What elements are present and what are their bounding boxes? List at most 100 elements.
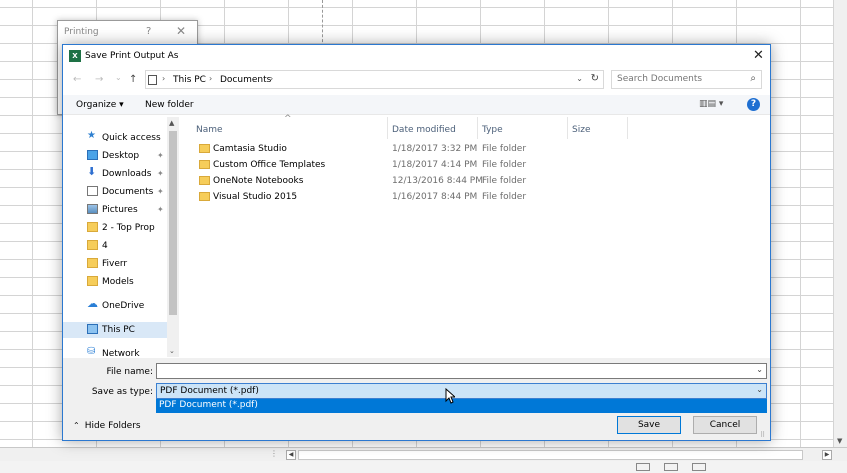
chevron-down-icon[interactable]: ⌄ xyxy=(756,365,763,374)
scroll-left-icon[interactable]: ◀ xyxy=(286,450,296,460)
folder-icon xyxy=(87,258,98,268)
sort-ascending-icon: ^ xyxy=(284,114,292,124)
chevron-right-icon[interactable]: › xyxy=(162,74,165,83)
save-button[interactable]: Save xyxy=(617,416,681,434)
column-divider[interactable] xyxy=(627,117,628,139)
nav-item-4[interactable]: 4 xyxy=(63,238,167,254)
nav-item-label: OneDrive xyxy=(102,301,145,311)
file-name: Custom Office Templates xyxy=(213,160,326,170)
download-icon: ⬇ xyxy=(87,165,97,178)
column-header-type[interactable]: Type xyxy=(482,125,503,135)
nav-item-label: Documents xyxy=(102,187,154,197)
file-date: 12/13/2016 8:44 PM xyxy=(392,176,483,186)
nav-item-desktop[interactable]: Desktop ✦ xyxy=(63,148,167,164)
close-icon[interactable]: ✕ xyxy=(753,48,764,63)
nav-item-onedrive[interactable]: ☁ OneDrive xyxy=(63,297,167,314)
nav-item-this-pc[interactable]: This PC xyxy=(63,322,167,338)
chevron-down-icon[interactable]: ⌄ xyxy=(756,385,763,394)
new-folder-button[interactable]: New folder xyxy=(145,100,194,110)
scroll-up-icon[interactable]: ▲ xyxy=(169,119,174,127)
nav-item-label: 4 xyxy=(102,241,108,251)
column-divider[interactable] xyxy=(387,117,388,139)
scroll-thumb[interactable] xyxy=(169,131,177,315)
search-box[interactable]: ⌕ xyxy=(611,70,762,89)
pin-icon[interactable]: ✦ xyxy=(157,151,164,160)
file-date: 1/18/2017 4:14 PM xyxy=(392,160,478,170)
file-type: File folder xyxy=(482,144,527,154)
page-layout-view-icon[interactable] xyxy=(664,463,678,471)
sheet-horizontal-scrollbar[interactable]: ⋮ ◀ ▶ xyxy=(0,447,847,461)
nav-item-label: Fiverr xyxy=(102,259,128,269)
folder-icon xyxy=(199,160,210,169)
scroll-down-icon[interactable]: ⌄ xyxy=(169,347,175,355)
resize-grip-icon[interactable]: ⠿ xyxy=(760,431,765,439)
close-icon[interactable]: ✕ xyxy=(176,24,186,38)
sheet-vertical-scrollbar[interactable]: ▼ xyxy=(833,0,847,447)
file-name: OneNote Notebooks xyxy=(213,176,304,186)
nav-item-label: Models xyxy=(102,277,134,287)
pin-icon[interactable]: ✦ xyxy=(157,205,164,214)
change-view-icon[interactable]: ▥▤ ▾ xyxy=(699,99,723,109)
nav-item-documents[interactable]: Documents ✦ xyxy=(63,184,167,200)
breadcrumb-this-pc[interactable]: This PC xyxy=(173,75,206,85)
column-header-name[interactable]: Name xyxy=(196,125,223,135)
splitter-handle[interactable]: ⋮ xyxy=(270,449,278,458)
nav-item-2-top-prop[interactable]: 2 - Top Prop xyxy=(63,220,167,236)
nav-item-label: This PC xyxy=(102,325,135,335)
file-row[interactable]: Custom Office Templates 1/18/2017 4:14 P… xyxy=(184,157,770,173)
folder-icon xyxy=(87,240,98,250)
scroll-down-icon[interactable]: ▼ xyxy=(837,437,842,445)
file-name-input[interactable] xyxy=(160,366,750,376)
pin-icon[interactable]: ✦ xyxy=(157,187,164,196)
nav-item-models[interactable]: Models xyxy=(63,274,167,290)
column-divider[interactable] xyxy=(567,117,568,139)
scroll-right-icon[interactable]: ▶ xyxy=(822,450,832,460)
save-type-option[interactable]: PDF Document (*.pdf) xyxy=(156,399,767,413)
save-type-select[interactable]: PDF Document (*.pdf) ⌄ xyxy=(156,383,767,399)
excel-icon: X xyxy=(69,50,81,62)
help-icon[interactable]: ? xyxy=(747,98,760,111)
hide-folders-button[interactable]: ⌃ Hide Folders xyxy=(73,421,141,431)
search-input[interactable] xyxy=(617,74,737,84)
nav-item-label: Quick access xyxy=(102,133,161,143)
dialog-titlebar[interactable]: X Save Print Output As ✕ xyxy=(63,45,770,67)
column-divider[interactable] xyxy=(477,117,478,139)
save-form: File name: ⌄ Save as type: PDF Document … xyxy=(63,358,770,440)
column-header-date-modified[interactable]: Date modified xyxy=(392,125,456,135)
folder-icon xyxy=(199,176,210,185)
refresh-icon[interactable]: ↻ xyxy=(591,73,599,84)
nav-item-fiverr[interactable]: Fiverr xyxy=(63,256,167,272)
file-row[interactable]: OneNote Notebooks 12/13/2016 8:44 PM Fil… xyxy=(184,173,770,189)
file-row[interactable]: Camtasia Studio 1/18/2017 3:32 PM File f… xyxy=(184,141,770,157)
scroll-track[interactable] xyxy=(298,450,803,460)
organize-button[interactable]: Organize ▾ xyxy=(76,100,124,110)
normal-view-icon[interactable] xyxy=(636,463,650,471)
column-header-size[interactable]: Size xyxy=(572,125,590,135)
back-arrow-icon[interactable]: ← xyxy=(73,74,81,85)
forward-arrow-icon[interactable]: → xyxy=(95,74,103,85)
file-name-field[interactable]: ⌄ xyxy=(156,363,767,379)
chevron-right-icon[interactable]: › xyxy=(270,74,273,83)
recent-locations-icon[interactable]: ⌄ xyxy=(115,73,122,82)
nav-scrollbar[interactable]: ▲ ⌄ xyxy=(167,117,179,357)
cancel-button[interactable]: Cancel xyxy=(693,416,757,434)
chevron-down-icon[interactable]: ⌄ xyxy=(576,74,583,83)
nav-item-pictures[interactable]: Pictures ✦ xyxy=(63,202,167,218)
search-icon[interactable]: ⌕ xyxy=(750,73,756,84)
pin-icon[interactable]: ✦ xyxy=(157,169,164,178)
chevron-up-icon: ⌃ xyxy=(73,421,80,430)
page-break-view-icon[interactable] xyxy=(692,463,706,471)
nav-item-network[interactable]: ⛁ Network xyxy=(63,346,167,357)
file-name-label: File name: xyxy=(106,367,153,377)
file-row[interactable]: Visual Studio 2015 1/16/2017 8:44 PM Fil… xyxy=(184,189,770,205)
breadcrumb-documents[interactable]: Documents xyxy=(220,75,271,85)
help-icon[interactable]: ? xyxy=(146,26,151,37)
nav-item-quick-access[interactable]: ★ Quick access xyxy=(63,130,167,146)
up-arrow-icon[interactable]: ↑ xyxy=(129,74,137,85)
address-bar[interactable]: › This PC › Documents › ⌄ ↻ xyxy=(145,70,604,89)
option-label: PDF Document (*.pdf) xyxy=(159,400,258,410)
file-date: 1/18/2017 3:32 PM xyxy=(392,144,478,154)
chevron-right-icon[interactable]: › xyxy=(209,74,212,83)
nav-item-downloads[interactable]: ⬇ Downloads ✦ xyxy=(63,165,167,182)
location-icon xyxy=(148,75,157,85)
